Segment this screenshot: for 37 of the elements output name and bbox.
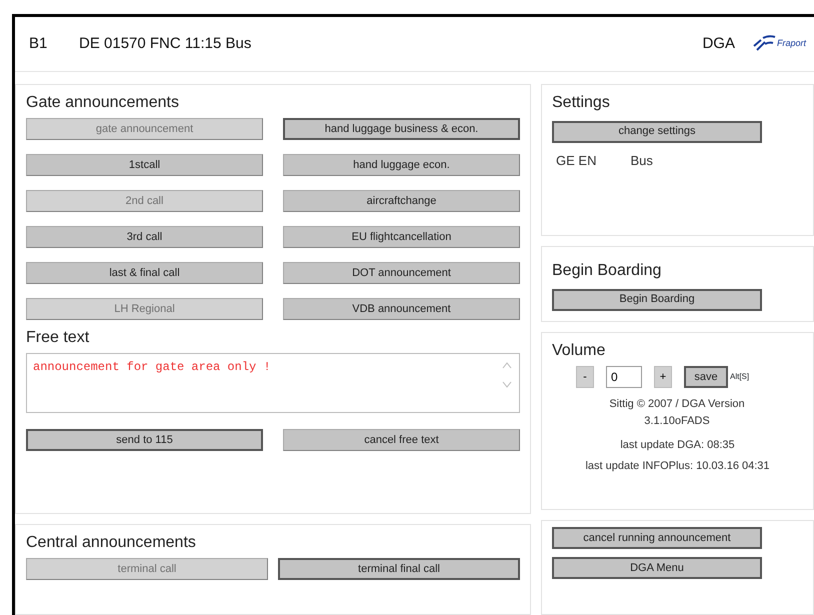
action-button[interactable]: hand luggage business & econ.: [283, 118, 520, 140]
begin-boarding-button[interactable]: Begin Boarding: [552, 288, 762, 311]
action-button[interactable]: last & final call: [26, 262, 263, 284]
mode-label: Bus: [630, 152, 653, 170]
action-button[interactable]: send to 115: [26, 429, 263, 452]
update-text: last update INFOPlus: 10.03.16 04:31: [584, 458, 771, 474]
shortcut-label: Alt[S]: [730, 371, 750, 384]
panel-title: Begin Boarding: [552, 261, 662, 280]
action-button[interactable]: DGA Menu: [552, 557, 762, 579]
change-settings-button[interactable]: change settings: [552, 120, 762, 143]
action-button[interactable]: terminal final call: [278, 558, 520, 580]
action-button[interactable]: 3rd call: [26, 226, 263, 248]
panel-title: Volume: [552, 341, 606, 360]
panel-title: Gate announcements: [26, 93, 180, 112]
version-text: Sittig © 2007 / DGA Version 3.1.10oFADS: [608, 397, 746, 429]
action-button[interactable]: cancel free text: [283, 429, 520, 452]
decrease-button[interactable]: -: [576, 366, 594, 388]
action-button[interactable]: EU flightcancellation: [283, 226, 520, 248]
update-text: last update DGA: 08:35: [619, 438, 736, 454]
panel-title: Free text: [26, 328, 90, 348]
action-button[interactable]: hand luggage econ.: [283, 154, 520, 176]
flight-info: DE 01570 FNC 11:15 Bus: [79, 34, 252, 54]
action-button[interactable]: aircraftchange: [283, 190, 520, 212]
language-label: GE EN: [556, 152, 596, 170]
action-button[interactable]: 1stcall: [26, 154, 263, 176]
panel-title: Central announcements: [26, 533, 197, 552]
increase-button[interactable]: +: [654, 366, 672, 388]
system-label: DGA: [702, 34, 735, 54]
free-text-field[interactable]: announcement for gate area only !: [26, 353, 520, 414]
logo: Fraport: [750, 34, 806, 54]
save-button[interactable]: save: [684, 366, 728, 388]
action-button[interactable]: cancel running announcement: [552, 527, 762, 549]
panel-title: Settings: [552, 93, 611, 112]
gate-label: B1: [29, 34, 48, 54]
action-button[interactable]: VDB announcement: [283, 298, 520, 320]
volume-field[interactable]: 0: [606, 366, 642, 388]
action-button[interactable]: DOT announcement: [283, 262, 520, 284]
